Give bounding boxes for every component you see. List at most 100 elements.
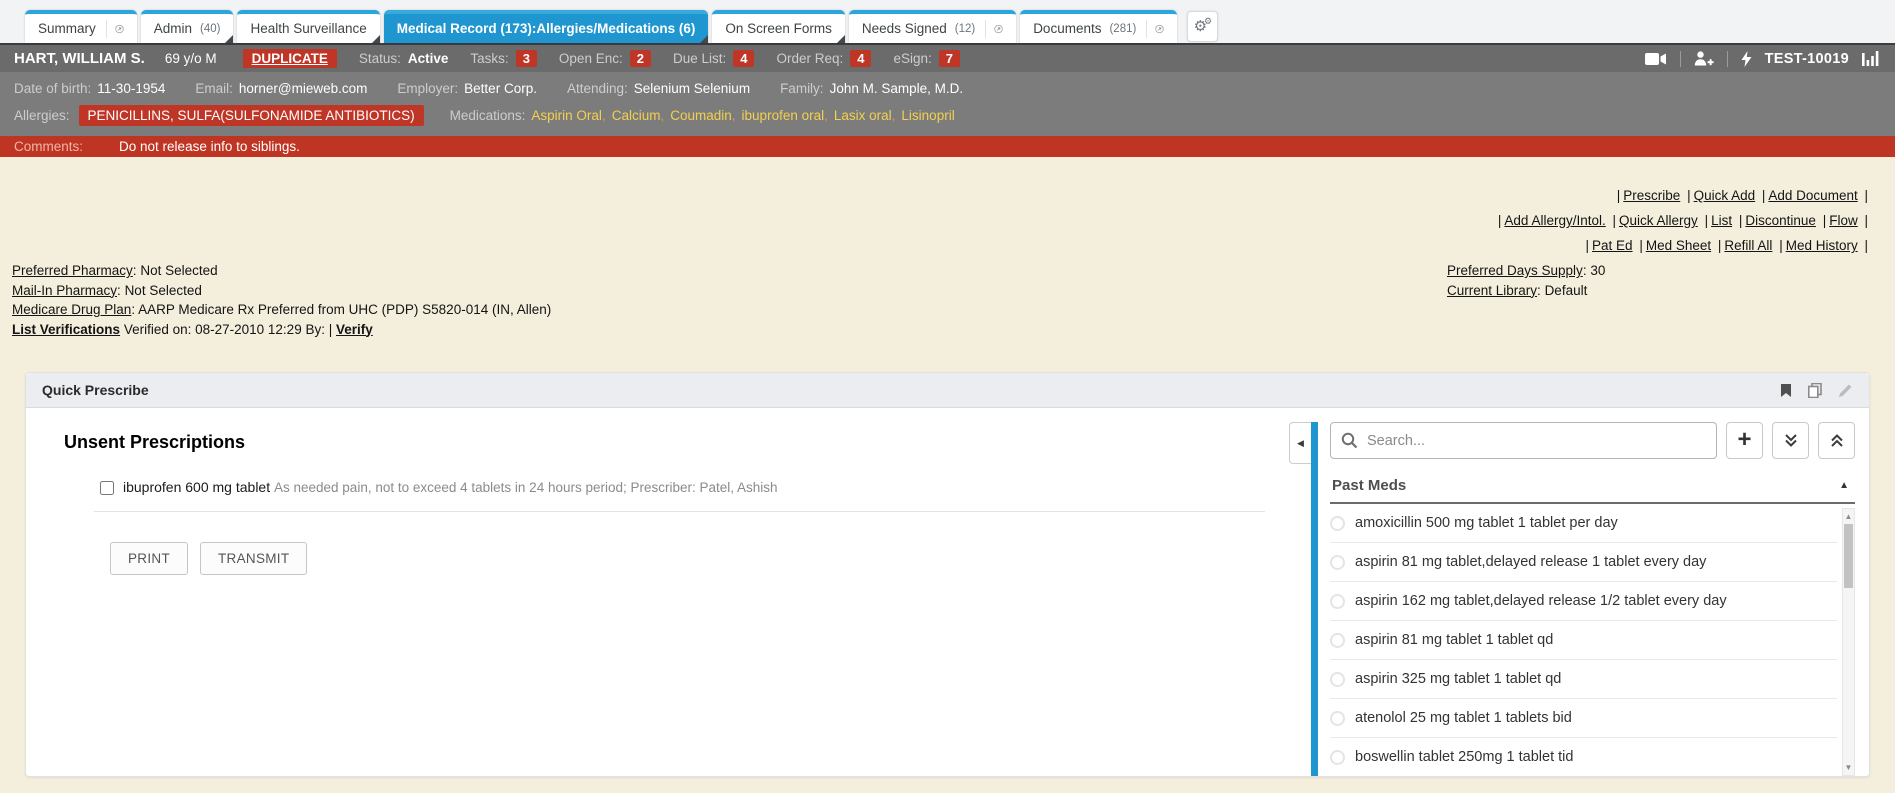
popout-icon[interactable] [106, 20, 124, 38]
collapse-panel-button[interactable]: ◀ [1289, 422, 1311, 464]
current-library-link[interactable]: Current Library [1447, 283, 1537, 298]
list-item[interactable]: amoxicillin 500 mg tablet 1 tablet per d… [1330, 504, 1837, 543]
list-link[interactable]: List [1711, 213, 1732, 228]
patient-details-bar: Date of birth:11-30-1954 Email:horner@mi… [0, 72, 1895, 136]
tab-documents[interactable]: Documents (281) [1020, 10, 1177, 43]
discontinue-link[interactable]: Discontinue [1745, 213, 1816, 228]
list-item[interactable]: atenolol 25 mg tablet 1 tablets bid [1330, 699, 1837, 738]
radio-icon[interactable] [1330, 516, 1345, 531]
chevron-left-icon: ◀ [1297, 438, 1304, 449]
patient-age-sex: 69 y/o M [165, 51, 217, 66]
sort-ascending-icon[interactable]: ▲ [1839, 480, 1849, 491]
medications-module-content: |Prescribe |Quick Add |Add Document | |A… [0, 157, 1895, 793]
allergy-alert-pill[interactable]: PENICILLINS, SULFA(SULFONAMIDE ANTIBIOTI… [79, 105, 424, 126]
list-item[interactable]: boswellin tablet 250mg 1 tablet tid [1330, 738, 1837, 776]
comma: , [824, 108, 828, 123]
open-enc-label: Open Enc: [559, 51, 623, 66]
list-item[interactable]: aspirin 81 mg tablet 1 tablet qd [1330, 621, 1837, 660]
popout-icon[interactable] [1146, 20, 1164, 38]
list-item[interactable]: aspirin 162 mg tablet,delayed release 1/… [1330, 582, 1837, 621]
medication-link[interactable]: ibuprofen oral [742, 108, 825, 123]
scrollbar-thumb[interactable] [1844, 524, 1853, 588]
preferred-days-supply-value: 30 [1590, 263, 1605, 278]
quick-add-link[interactable]: Quick Add [1694, 188, 1756, 203]
status-label: Status: [359, 51, 401, 66]
quick-allergy-link[interactable]: Quick Allergy [1619, 213, 1698, 228]
family-value: John M. Sample, M.D. [830, 81, 964, 96]
radio-icon[interactable] [1330, 555, 1345, 570]
email-value: horner@mieweb.com [239, 81, 368, 96]
past-meds-panel: + Past [1318, 408, 1869, 776]
refill-all-link[interactable]: Refill All [1724, 238, 1772, 253]
copy-pages-icon[interactable] [1808, 383, 1822, 398]
comma: , [660, 108, 664, 123]
med-search-panel: ◀ + [1289, 408, 1869, 776]
separator: | [1639, 238, 1643, 253]
order-req-count-badge[interactable]: 4 [850, 50, 871, 67]
scroll-up-icon[interactable]: ▲ [1845, 512, 1853, 521]
video-camera-icon[interactable] [1645, 52, 1667, 66]
duplicate-badge[interactable]: DUPLICATE [243, 49, 337, 68]
pat-ed-link[interactable]: Pat Ed [1592, 238, 1633, 253]
radio-icon[interactable] [1330, 672, 1345, 687]
esign-count-badge[interactable]: 7 [939, 50, 960, 67]
med-search-input[interactable] [1330, 422, 1717, 459]
tab-summary[interactable]: Summary [25, 10, 137, 43]
tab-on-screen-forms[interactable]: On Screen Forms [712, 10, 845, 43]
open-enc-count-badge[interactable]: 2 [630, 50, 651, 67]
verify-link[interactable]: Verify [336, 322, 373, 337]
tab-needs-signed-count: (12) [955, 23, 975, 35]
list-item[interactable]: aspirin 81 mg tablet,delayed release 1 t… [1330, 543, 1837, 582]
tasks-count-badge[interactable]: 3 [516, 50, 537, 67]
radio-icon[interactable] [1330, 594, 1345, 609]
radio-icon[interactable] [1330, 750, 1345, 765]
person-add-icon[interactable] [1694, 51, 1714, 66]
add-allergy-link[interactable]: Add Allergy/Intol. [1504, 213, 1605, 228]
radio-icon[interactable] [1330, 633, 1345, 648]
pencil-icon[interactable] [1838, 383, 1853, 398]
pharmacy-info-section: Preferred Pharmacy: Not Selected Mail-In… [0, 261, 1895, 339]
tab-needs-signed[interactable]: Needs Signed (12) [849, 10, 1016, 43]
mail-in-pharmacy-link[interactable]: Mail-In Pharmacy [12, 283, 117, 298]
preferred-days-supply-link[interactable]: Preferred Days Supply [1447, 263, 1583, 278]
esign-label: eSign: [893, 51, 931, 66]
print-button[interactable]: PRINT [110, 542, 188, 575]
medication-link[interactable]: Aspirin Oral [531, 108, 602, 123]
medication-link[interactable]: Calcium [612, 108, 661, 123]
radio-icon[interactable] [1330, 711, 1345, 726]
flow-link[interactable]: Flow [1829, 213, 1858, 228]
list-verifications-link[interactable]: List Verifications [12, 322, 120, 337]
medication-link[interactable]: Coumadin [670, 108, 732, 123]
tab-health-surveillance[interactable]: Health Surveillance [237, 10, 379, 43]
preferred-pharmacy-link[interactable]: Preferred Pharmacy [12, 263, 133, 278]
quick-prescribe-card: Quick Prescribe Unsent Prescriptions [25, 372, 1870, 777]
med-item-label: aspirin 81 mg tablet,delayed release 1 t… [1355, 554, 1706, 570]
search-icon [1341, 432, 1358, 449]
collapse-all-button[interactable] [1818, 422, 1855, 459]
prescription-checkbox[interactable] [100, 481, 114, 495]
list-item[interactable]: aspirin 325 mg tablet 1 tablet qd [1330, 660, 1837, 699]
medicare-drug-plan-link[interactable]: Medicare Drug Plan [12, 302, 131, 317]
med-sheet-link[interactable]: Med Sheet [1646, 238, 1711, 253]
lightning-icon[interactable] [1741, 51, 1752, 67]
mail-in-pharmacy-value: Not Selected [125, 283, 202, 298]
due-list-count-badge[interactable]: 4 [733, 50, 754, 67]
settings-gears-button[interactable]: ⚙ ⚙ [1187, 11, 1218, 42]
medication-link[interactable]: Lisinopril [901, 108, 954, 123]
scroll-down-icon[interactable]: ▼ [1845, 763, 1853, 772]
scrollbar[interactable]: ▲ ▼ [1842, 508, 1855, 776]
medication-link[interactable]: Lasix oral [834, 108, 892, 123]
transmit-button[interactable]: TRANSMIT [200, 542, 307, 575]
med-history-link[interactable]: Med History [1786, 238, 1858, 253]
add-document-link[interactable]: Add Document [1768, 188, 1857, 203]
past-meds-header[interactable]: Past Meds ▲ [1330, 471, 1855, 504]
tab-medical-record[interactable]: Medical Record (173):Allergies/Medicatio… [384, 10, 709, 43]
prescribe-link[interactable]: Prescribe [1623, 188, 1680, 203]
expand-all-button[interactable] [1772, 422, 1809, 459]
bar-chart-icon[interactable] [1862, 51, 1881, 66]
tab-admin[interactable]: Admin (40) [141, 10, 234, 43]
add-med-button[interactable]: + [1726, 422, 1763, 459]
popout-icon[interactable] [985, 20, 1003, 38]
tab-admin-label: Admin [154, 21, 192, 36]
bookmark-icon[interactable] [1780, 383, 1792, 398]
